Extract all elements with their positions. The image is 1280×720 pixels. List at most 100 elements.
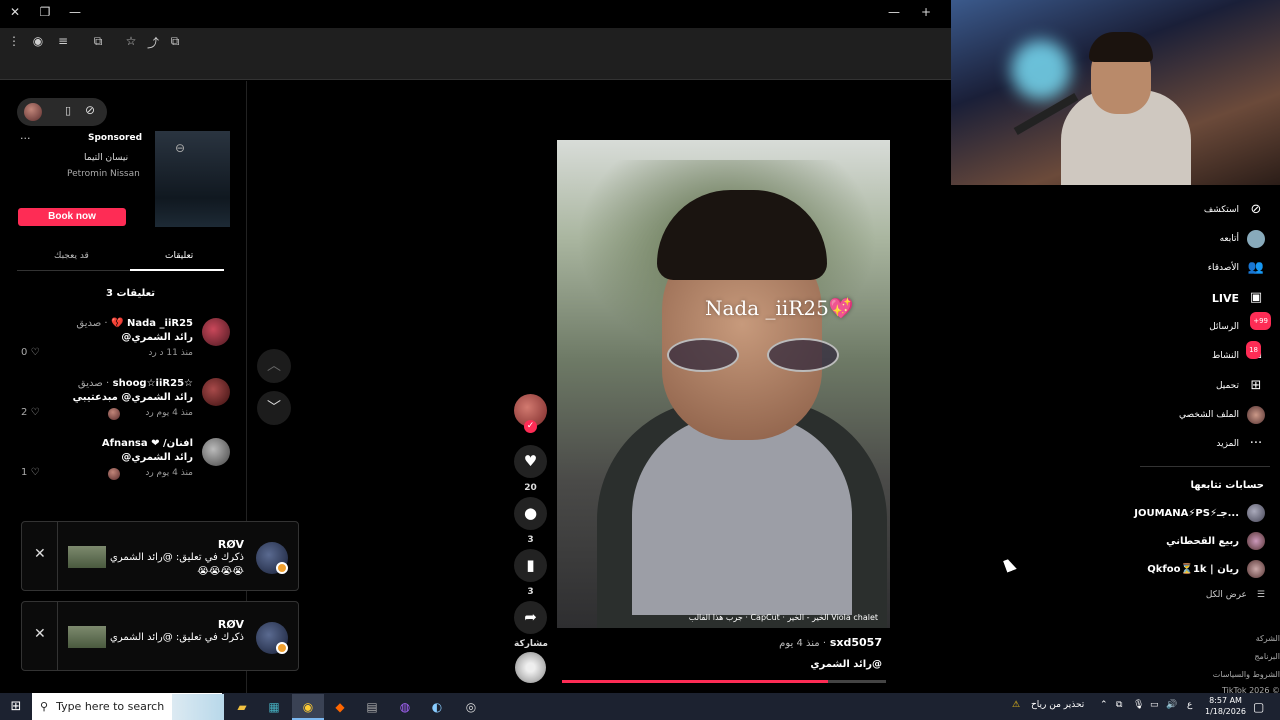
tray-expand-icon[interactable]: ⌃ xyxy=(1100,700,1108,710)
comment-meta[interactable]: منذ 11 د رد xyxy=(148,348,193,358)
ad-thumbnail[interactable]: ⊖ xyxy=(155,131,230,227)
windows-start-icon[interactable]: ⊞ xyxy=(0,693,32,720)
video-author[interactable]: sxd5057 · منذ 4 يوم xyxy=(779,636,882,649)
save-action[interactable]: ▮ 3 xyxy=(514,549,547,597)
network-icon[interactable]: ⧉ xyxy=(1116,700,1122,710)
video-thumbnail[interactable] xyxy=(68,626,106,648)
microphone-icon[interactable]: 🎙 xyxy=(1133,700,1144,710)
sidebar-item-activity[interactable]: ▭18 النشاط xyxy=(1212,341,1265,366)
close-icon[interactable]: ✕ xyxy=(34,546,46,562)
follow-check-icon[interactable]: ✓ xyxy=(524,420,537,433)
footer-program-link[interactable]: البرنامج xyxy=(1254,652,1280,661)
footer-company-link[interactable]: الشركة xyxy=(1256,634,1280,643)
notifications-icon[interactable]: ▢ xyxy=(1253,700,1264,714)
comment-action[interactable]: ● 3 xyxy=(514,497,547,545)
music-disc-icon[interactable] xyxy=(515,652,546,683)
bookmark-icon[interactable]: ▮ xyxy=(514,549,547,582)
comment-icon[interactable]: ● xyxy=(514,497,547,530)
next-video-button[interactable]: ﹀ xyxy=(257,391,291,425)
display-icon[interactable]: ▭ xyxy=(1150,700,1159,710)
close-icon[interactable]: ✕ xyxy=(34,626,46,642)
language-indicator[interactable]: ع xyxy=(1187,700,1192,710)
share-action[interactable]: ➦ مشاركة xyxy=(514,601,548,649)
video-username[interactable]: sxd5057 xyxy=(830,636,882,649)
comment-author-name[interactable]: Nada _iiR25 xyxy=(127,318,193,329)
brave-icon[interactable]: ◆ xyxy=(330,697,350,717)
chrome-icon[interactable]: ◉ xyxy=(298,697,318,717)
following-account[interactable]: ربيع القحطاني xyxy=(1166,531,1265,551)
see-all-link[interactable]: عرض الكل ☰ xyxy=(1206,590,1265,600)
tab-liked[interactable]: قد يعجبك xyxy=(54,251,89,261)
following-account[interactable]: JOUMANA⚡PS⚡جـ... xyxy=(1134,503,1265,523)
xbox-icon[interactable]: ▤ xyxy=(362,697,382,717)
video-thumbnail[interactable] xyxy=(68,546,106,568)
heart-outline-icon[interactable]: ♡ xyxy=(31,347,40,358)
sidebar-item-friends[interactable]: 👥 الأصدقاء xyxy=(1208,258,1265,278)
share-icon[interactable]: ➦ xyxy=(514,601,547,634)
sidebar-item-explore[interactable]: ⊘ استكشف xyxy=(1204,200,1265,220)
profile-icon[interactable]: ◉ xyxy=(30,34,46,48)
avatar[interactable] xyxy=(202,378,230,406)
file-explorer-icon[interactable]: ▰ xyxy=(232,697,252,717)
footer-terms-link[interactable]: الشروط والسياسات xyxy=(1213,670,1280,679)
translate-icon[interactable]: ⧉ xyxy=(167,34,183,49)
video-player[interactable]: Nada _iiR25💖 Viola chalet الخير - الخير … xyxy=(557,140,890,628)
device-switch-pill[interactable]: ▯ ⊘ xyxy=(17,98,107,126)
previous-video-button[interactable]: ︿ xyxy=(257,349,291,383)
obs-icon[interactable]: ◎ xyxy=(461,697,481,717)
comment-meta[interactable]: منذ 4 يوم رد xyxy=(145,408,193,418)
phone-icon[interactable]: ▯ xyxy=(65,104,71,117)
sidebar-item-messages[interactable]: ➢99+ الرسائل xyxy=(1209,312,1271,337)
comment-author-name-ar[interactable]: افنان/ xyxy=(163,438,193,449)
notification-toast[interactable]: ✕ RØV ذكرك في تعليق: @رائد الشمري xyxy=(21,601,299,671)
comment-author[interactable]: ☆shoog☆iiR25 · صديق xyxy=(78,378,193,389)
sidebar-item-more[interactable]: ··· المزيد xyxy=(1216,434,1265,454)
volume-icon[interactable]: 🔊 xyxy=(1166,700,1177,710)
video-description[interactable]: @رائد الشمري xyxy=(810,659,882,670)
video-progress-bar[interactable] xyxy=(562,680,886,683)
weather-alert[interactable]: تحذير من رياح xyxy=(1031,700,1084,710)
reading-list-icon[interactable]: ≡ xyxy=(55,34,71,48)
like-action[interactable]: ♥ 20 xyxy=(514,445,547,493)
notification-toast[interactable]: ✕ RØV ذكرك في تعليق: @رائد الشمري 😭😭😭😭 xyxy=(21,521,299,591)
avatar[interactable] xyxy=(202,318,230,346)
minimize-icon[interactable]: — xyxy=(885,5,903,19)
comment-like[interactable]: 2 ♡ xyxy=(21,407,40,418)
tab-comments[interactable]: تعليقات xyxy=(165,251,193,261)
heart-outline-icon[interactable]: ♡ xyxy=(31,407,40,418)
comment-author-name[interactable]: ☆shoog☆iiR25 xyxy=(113,378,193,389)
compass-icon[interactable]: ⊘ xyxy=(85,103,95,117)
warning-icon[interactable]: ⚠ xyxy=(1012,700,1020,710)
avatar[interactable] xyxy=(202,438,230,466)
steam-icon[interactable]: ◐ xyxy=(427,697,447,717)
comment-like[interactable]: 0 ♡ xyxy=(21,347,40,358)
discord-icon[interactable]: ◍ xyxy=(395,697,415,717)
sidebar-item-live[interactable]: ▣ LIVE xyxy=(1212,288,1265,308)
restore-icon[interactable]: ❐ xyxy=(36,5,54,19)
close-icon[interactable]: ✕ xyxy=(6,5,24,19)
comment-author[interactable]: افنان/ ❤ Afnansa xyxy=(102,438,193,449)
menu-dots-icon[interactable]: ⋮ xyxy=(6,34,22,48)
chevron-up-icon: ︿ xyxy=(267,358,281,374)
comment-author-name[interactable]: Afnansa xyxy=(102,438,148,449)
sidebar-item-following[interactable]: أتابعه xyxy=(1220,229,1265,249)
video-caption[interactable]: Viola chalet الخير - الخير · CapCut · جر… xyxy=(689,613,878,622)
minimize-icon[interactable]: — xyxy=(66,5,84,19)
following-account[interactable]: Qkfoo⏳1k | ريان xyxy=(1147,559,1265,579)
bookmark-star-icon[interactable]: ☆ xyxy=(123,34,139,48)
comment-meta[interactable]: منذ 4 يوم رد xyxy=(145,468,193,478)
store-icon[interactable]: ▦ xyxy=(264,697,284,717)
comment-like[interactable]: 1 ♡ xyxy=(21,467,40,478)
comment-author[interactable]: Nada _iiR25 💔 · صديق xyxy=(76,318,193,329)
extensions-icon[interactable]: ⧉ xyxy=(90,34,106,49)
sidebar-item-profile[interactable]: الملف الشخصي xyxy=(1179,405,1265,425)
book-now-button[interactable]: Book now xyxy=(18,208,126,226)
avatar[interactable] xyxy=(24,103,42,121)
heart-outline-icon[interactable]: ♡ xyxy=(31,467,40,478)
ad-more-icon[interactable]: ··· xyxy=(20,132,31,145)
sidebar-item-upload[interactable]: ⊞ تحميل xyxy=(1216,376,1265,396)
heart-icon[interactable]: ♥ xyxy=(514,445,547,478)
taskbar-clock[interactable]: 8:57 AM 1/18/2026 xyxy=(1205,695,1246,717)
share-icon[interactable]: ⤴ xyxy=(145,34,161,51)
new-tab-icon[interactable]: + xyxy=(917,5,935,19)
